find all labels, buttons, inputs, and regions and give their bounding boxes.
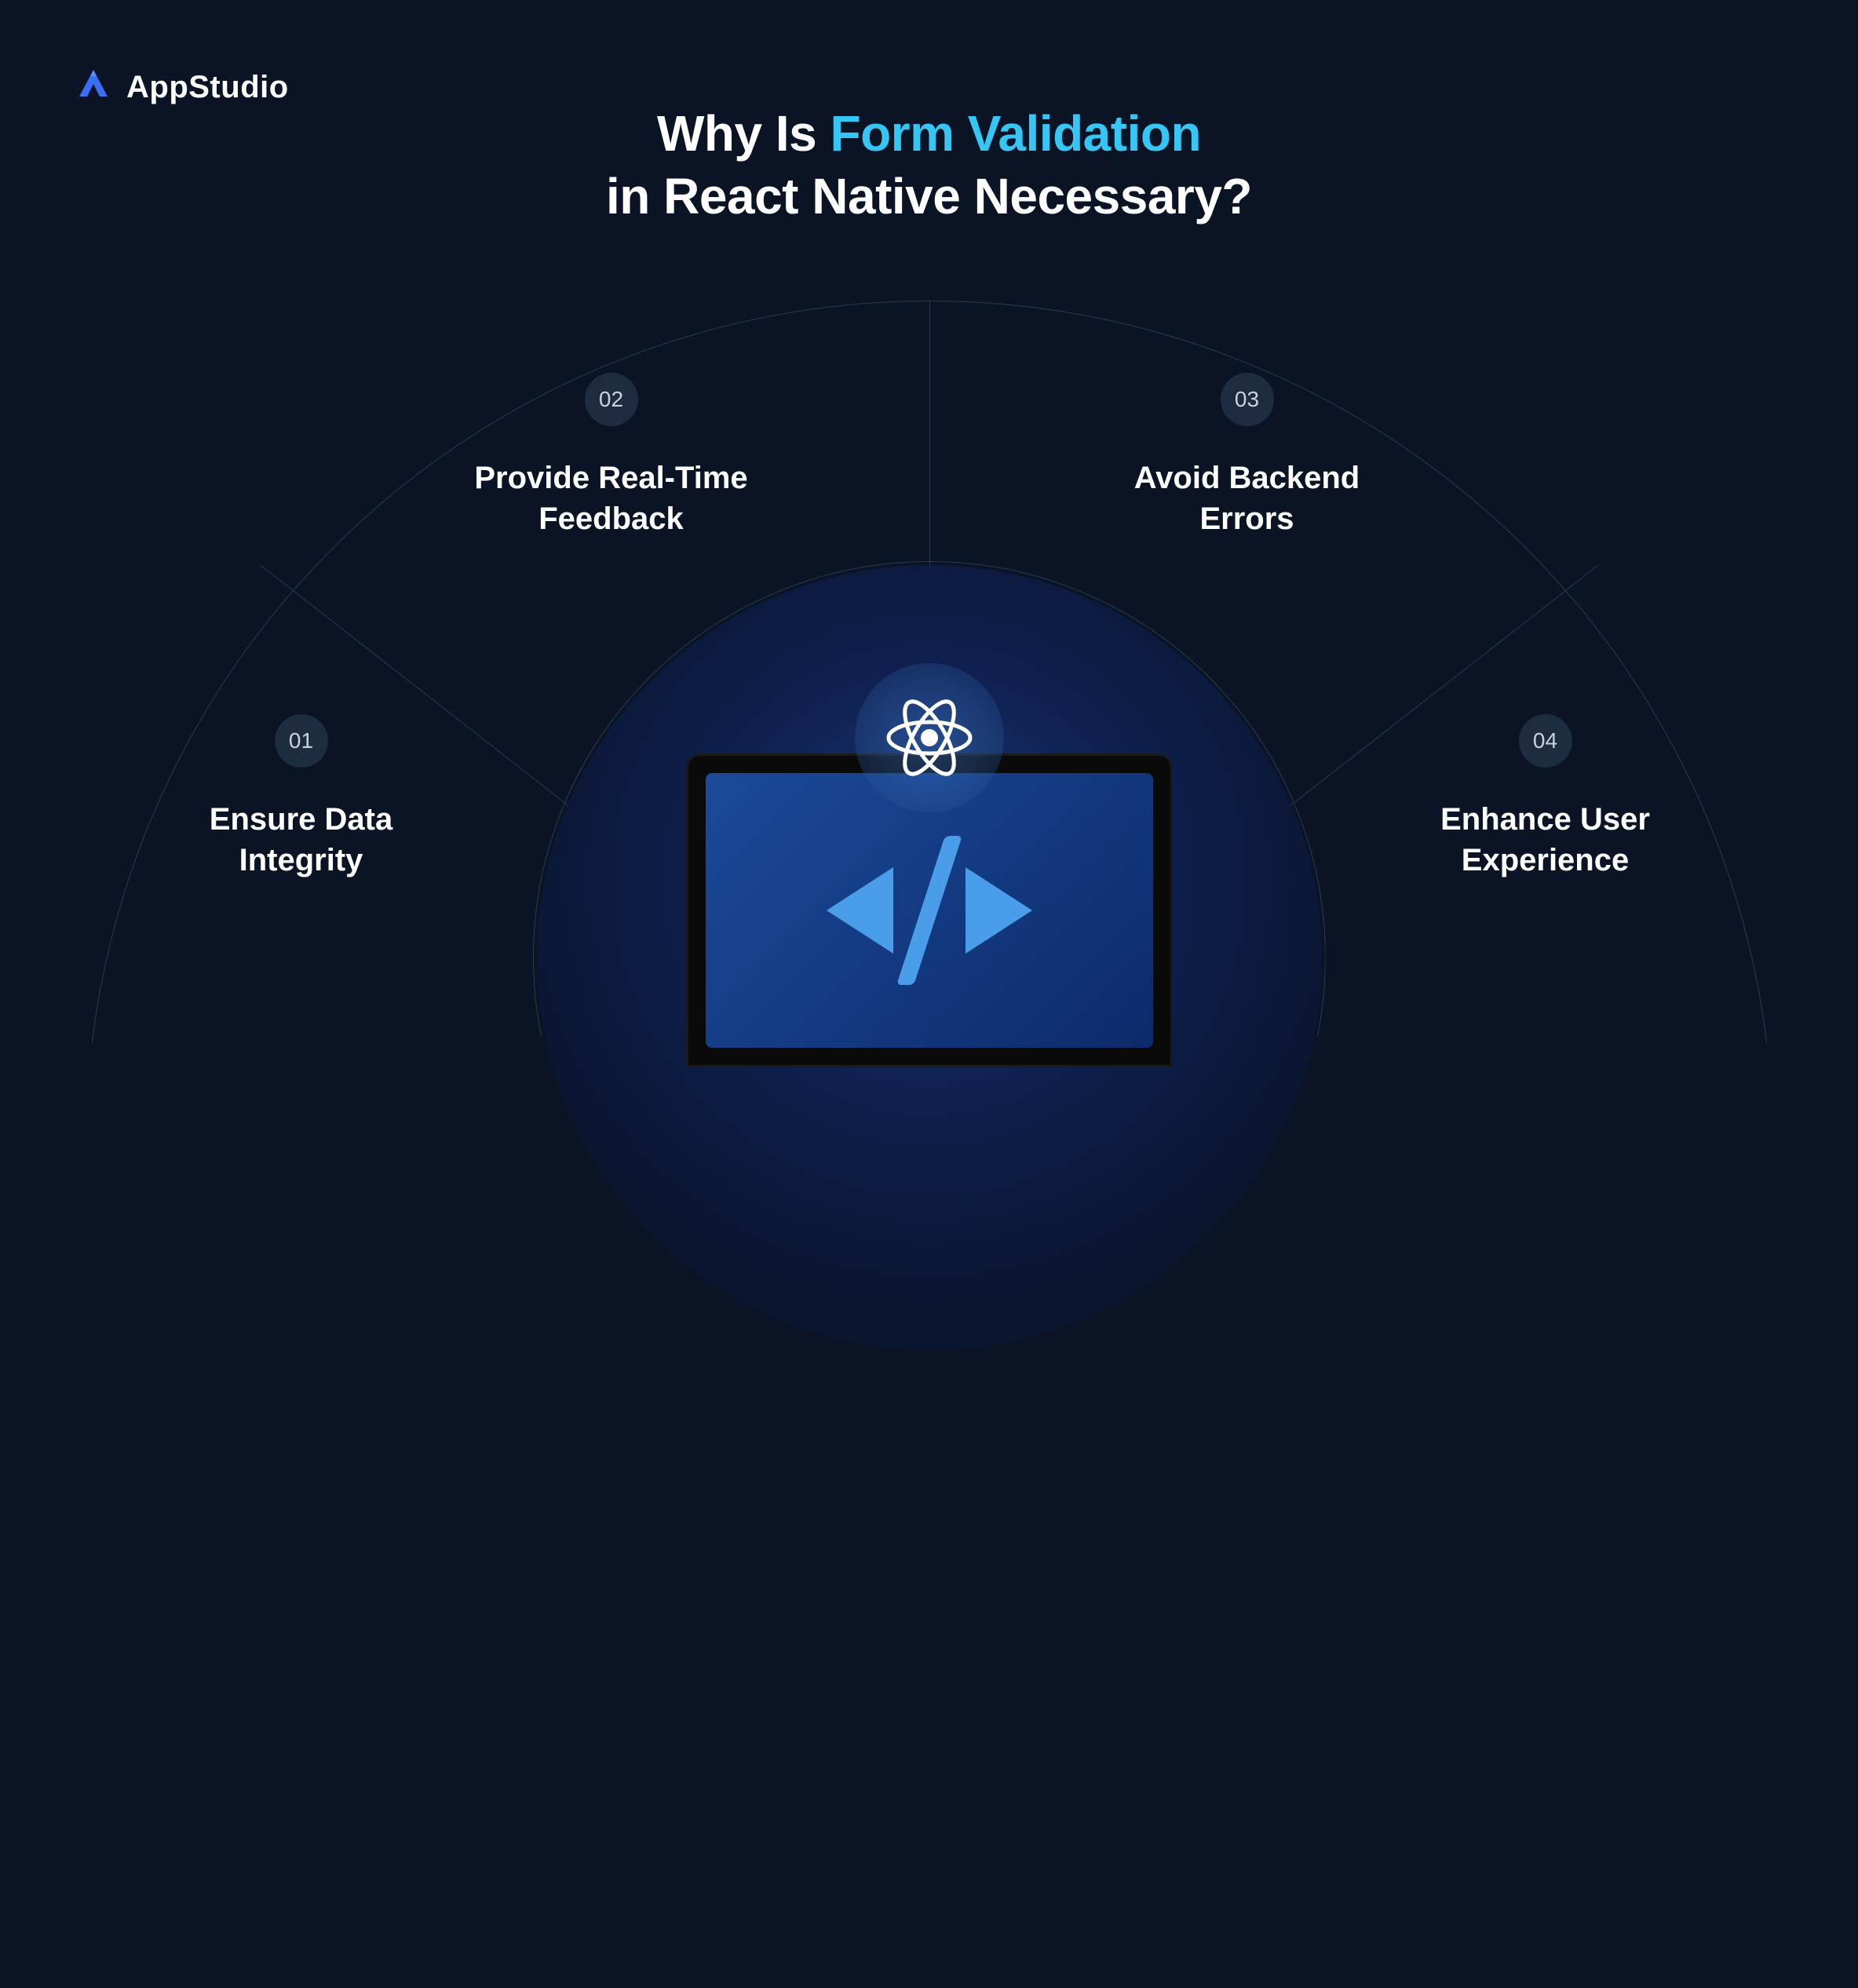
- title-line-2: in React Native Necessary?: [606, 165, 1252, 228]
- segment-number: 02: [585, 373, 638, 426]
- code-brackets-icon: [827, 836, 1032, 985]
- divider-center: [929, 300, 930, 567]
- segment-number: 01: [275, 714, 328, 768]
- segment-label: Enhance User Experience: [1396, 799, 1695, 881]
- segment-label: Avoid Backend Errors: [1071, 458, 1424, 539]
- segment-04: 04 Enhance User Experience: [1396, 714, 1695, 881]
- segment-03: 03 Avoid Backend Errors: [1071, 373, 1424, 539]
- laptop-screen: [706, 773, 1153, 1048]
- logo-mark-icon: [75, 67, 112, 108]
- segment-02: 02 Provide Real-Time Feedback: [435, 373, 788, 539]
- brand-logo: AppStudio: [75, 67, 289, 108]
- segment-01: 01 Ensure Data Integrity: [164, 714, 439, 881]
- radial-diagram: 01 Ensure Data Integrity 02 Provide Real…: [66, 290, 1793, 1154]
- segment-number: 04: [1519, 714, 1572, 768]
- react-atom-icon: [878, 687, 980, 789]
- title-prefix: Why Is: [657, 105, 830, 162]
- page-title: Why Is Form Validation in React Native N…: [606, 102, 1252, 228]
- brand-name: AppStudio: [126, 70, 289, 105]
- segment-label: Provide Real-Time Feedback: [435, 458, 788, 539]
- segment-number: 03: [1221, 373, 1274, 426]
- react-badge: [855, 663, 1004, 812]
- segment-label: Ensure Data Integrity: [164, 799, 439, 881]
- title-highlight: Form Validation: [830, 105, 1201, 162]
- title-line-1: Why Is Form Validation: [606, 102, 1252, 165]
